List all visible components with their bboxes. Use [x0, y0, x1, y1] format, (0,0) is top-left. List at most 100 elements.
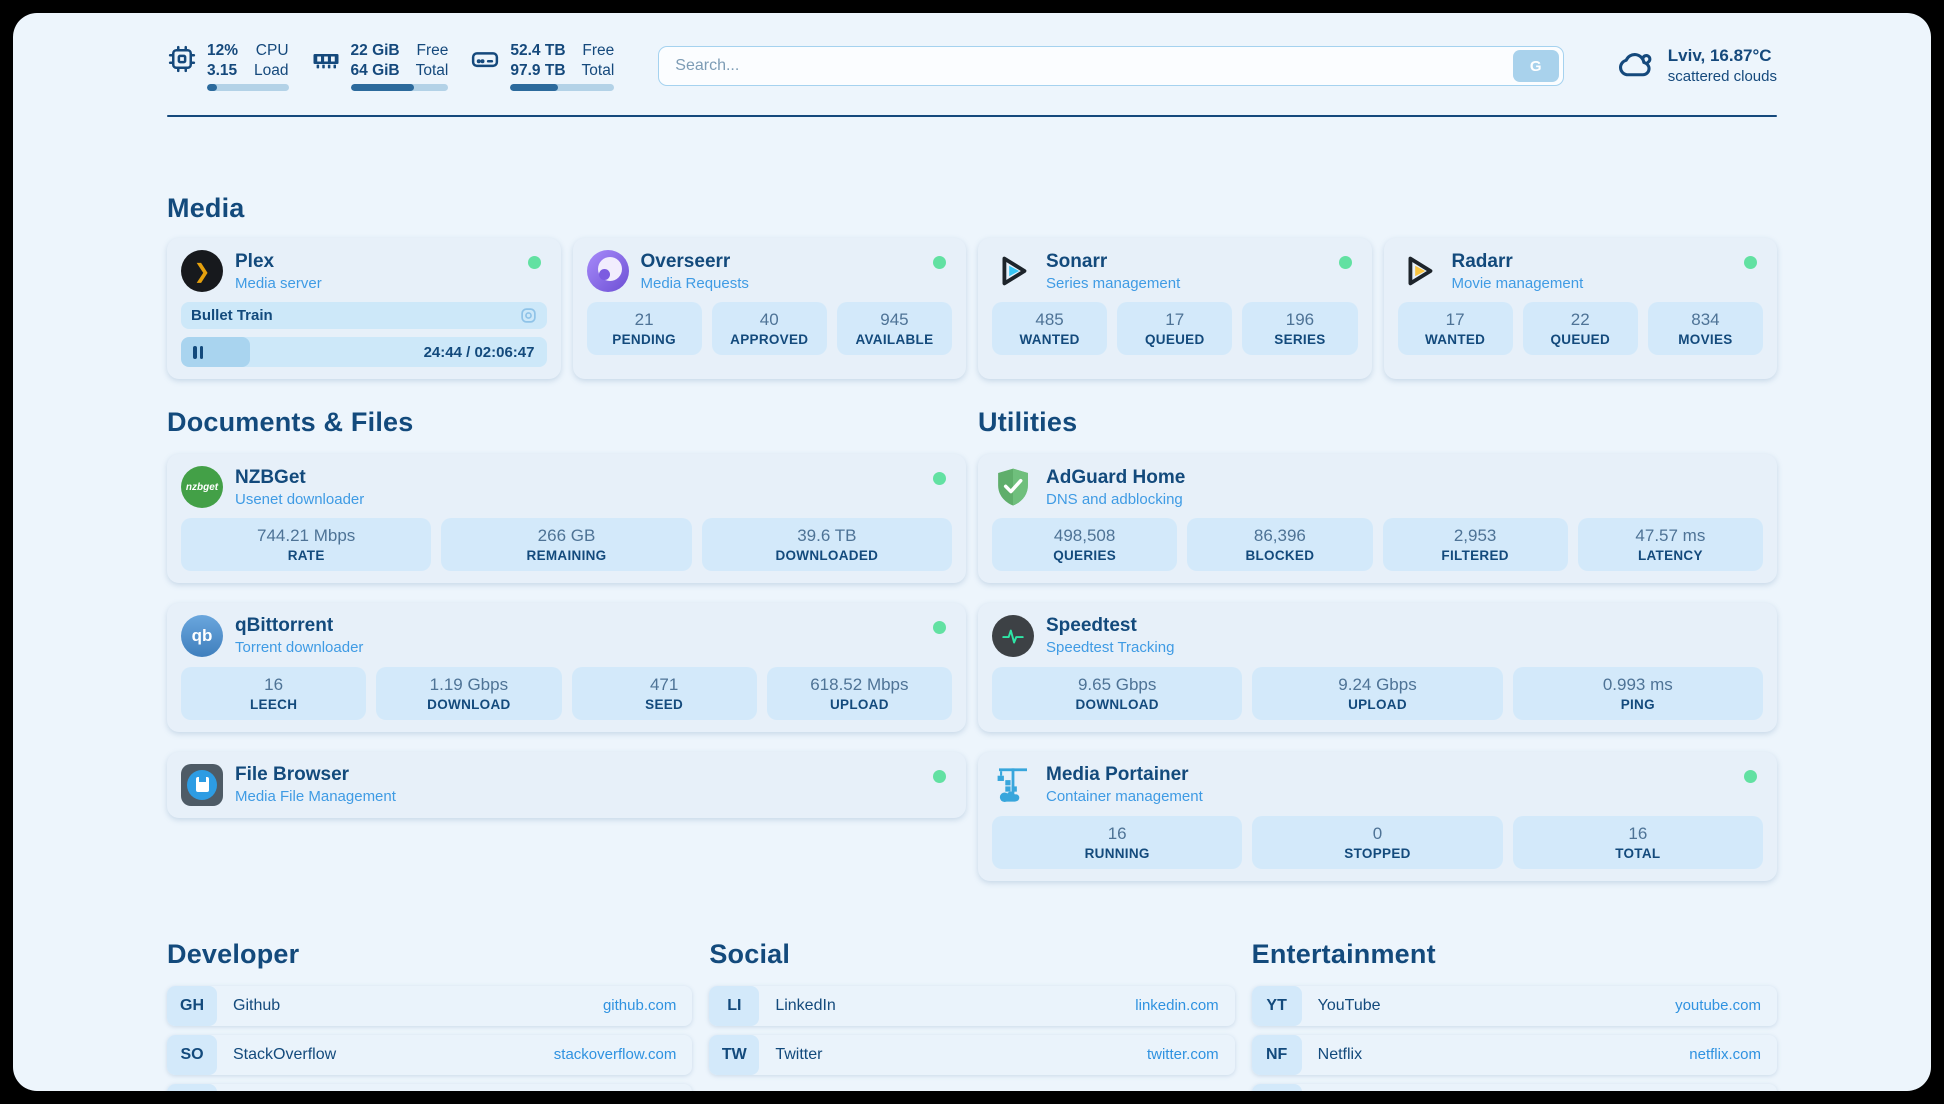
- weather-condition: scattered clouds: [1668, 67, 1777, 87]
- filebrowser-icon: [181, 764, 223, 806]
- bookmark-abbr: RE: [1252, 1084, 1302, 1091]
- stat-download: 1.19 GbpsDOWNLOAD: [376, 667, 561, 720]
- app-card-overseerr[interactable]: Overseerr Media Requests 21PENDING 40APP…: [573, 238, 967, 379]
- stat-download: 9.65 GbpsDOWNLOAD: [992, 667, 1242, 720]
- camera-icon: [520, 307, 537, 324]
- bookmark-url[interactable]: stackoverflow.com: [554, 1046, 677, 1063]
- section-entertainment: Entertainment YT YouTube youtube.com NF …: [1252, 939, 1777, 1091]
- disk-widget: 52.4 TB Free 97.9 TB Total: [470, 41, 614, 91]
- section-title-developer: Developer: [167, 939, 692, 970]
- bookmark-youtube[interactable]: YT YouTube youtube.com: [1252, 986, 1777, 1026]
- stat-wanted: 17WANTED: [1398, 302, 1513, 355]
- section-documents: Documents & Files nzbget NZBGet Usenet d…: [167, 407, 966, 881]
- app-subtitle: Movie management: [1452, 275, 1584, 292]
- app-title: Speedtest: [1046, 615, 1174, 637]
- weather-widget[interactable]: Lviv, 16.87°C scattered clouds: [1616, 45, 1777, 87]
- disk-total-value: 97.9 TB: [510, 61, 565, 80]
- memory-total-label: Total: [416, 61, 449, 80]
- search-input[interactable]: [675, 57, 1513, 75]
- app-card-filebrowser[interactable]: File Browser Media File Management: [167, 752, 966, 818]
- app-subtitle: Container management: [1046, 788, 1203, 805]
- disk-progress-bar: [510, 84, 614, 91]
- cpu-widget: 12% CPU 3.15 Load: [167, 41, 289, 91]
- playback-progress-bar[interactable]: 24:44 / 02:06:47: [181, 337, 547, 367]
- cloud-icon: [1616, 48, 1656, 85]
- dashboard-page: 12% CPU 3.15 Load: [13, 13, 1931, 1091]
- status-dot: [933, 621, 946, 634]
- app-title: NZBGet: [235, 467, 364, 489]
- stat-blocked: 86,396BLOCKED: [1187, 518, 1372, 571]
- app-card-portainer[interactable]: Media Portainer Container management 16R…: [978, 752, 1777, 881]
- bookmark-stackoverflow[interactable]: SO StackOverflow stackoverflow.com: [167, 1035, 692, 1075]
- bookmark-url[interactable]: netflix.com: [1689, 1046, 1761, 1063]
- app-title: File Browser: [235, 764, 396, 786]
- dashboard-window: 12% CPU 3.15 Load: [0, 0, 1944, 1104]
- stat-total: 16TOTAL: [1513, 816, 1763, 869]
- bookmark-netflix[interactable]: NF Netflix netflix.com: [1252, 1035, 1777, 1075]
- stat-running: 16RUNNING: [992, 816, 1242, 869]
- app-card-qbittorrent[interactable]: qb qBittorrent Torrent downloader 16LEEC…: [167, 603, 966, 732]
- stat-upload: 618.52 MbpsUPLOAD: [767, 667, 952, 720]
- stat-rate: 744.21 MbpsRATE: [181, 518, 431, 571]
- section-developer: Developer GH Github github.com SO StackO…: [167, 939, 692, 1091]
- resource-widgets: 12% CPU 3.15 Load: [167, 41, 614, 91]
- app-subtitle: Media File Management: [235, 788, 396, 805]
- status-dot: [933, 256, 946, 269]
- section-utilities: Utilities AdGuard Home: [978, 407, 1777, 881]
- pause-icon[interactable]: [193, 346, 203, 359]
- stat-queries: 498,508QUERIES: [992, 518, 1177, 571]
- bookmark-url[interactable]: linkedin.com: [1135, 997, 1218, 1014]
- app-card-sonarr[interactable]: Sonarr Series management 485WANTED 17QUE…: [978, 238, 1372, 379]
- bookmark-dev[interactable]: DT DEV dev.to: [167, 1084, 692, 1091]
- top-bar: 12% CPU 3.15 Load: [167, 37, 1777, 95]
- bookmark-reddit[interactable]: RE Reddit reddit.com: [1252, 1084, 1777, 1091]
- bookmark-url[interactable]: github.com: [603, 997, 676, 1014]
- app-title: Radarr: [1452, 251, 1584, 273]
- bookmark-github[interactable]: GH Github github.com: [167, 986, 692, 1026]
- app-subtitle: DNS and adblocking: [1046, 491, 1185, 508]
- stat-available: 945AVAILABLE: [837, 302, 952, 355]
- status-dot: [933, 770, 946, 783]
- cpu-usage-label: CPU: [254, 41, 288, 60]
- app-subtitle: Media server: [235, 275, 322, 292]
- bookmark-url[interactable]: twitter.com: [1147, 1046, 1219, 1063]
- bookmark-url[interactable]: youtube.com: [1675, 997, 1761, 1014]
- app-card-nzbget[interactable]: nzbget NZBGet Usenet downloader 744.21 M…: [167, 454, 966, 583]
- app-card-radarr[interactable]: Radarr Movie management 17WANTED 22QUEUE…: [1384, 238, 1778, 379]
- bookmark-abbr: LI: [709, 986, 759, 1026]
- app-subtitle: Series management: [1046, 275, 1180, 292]
- app-card-speedtest[interactable]: Speedtest Speedtest Tracking 9.65 GbpsDO…: [978, 603, 1777, 732]
- sonarr-icon: [992, 250, 1034, 292]
- bookmark-abbr: TW: [709, 1035, 759, 1075]
- bookmark-name: Twitter: [775, 1046, 822, 1064]
- portainer-icon: [992, 764, 1034, 806]
- playback-time: 24:44 / 02:06:47: [424, 344, 535, 361]
- status-dot: [933, 472, 946, 485]
- stat-downloaded: 39.6 TBDOWNLOADED: [702, 518, 952, 571]
- stat-series: 196SERIES: [1242, 302, 1357, 355]
- app-title: qBittorrent: [235, 615, 363, 637]
- app-card-adguard[interactable]: AdGuard Home DNS and adblocking 498,508Q…: [978, 454, 1777, 583]
- section-title-documents: Documents & Files: [167, 407, 966, 438]
- bookmark-linkedin[interactable]: LI LinkedIn linkedin.com: [709, 986, 1234, 1026]
- search-provider-button[interactable]: G: [1513, 50, 1559, 82]
- bookmark-abbr: SO: [167, 1035, 217, 1075]
- search-bar[interactable]: G: [658, 46, 1564, 86]
- section-title-social: Social: [709, 939, 1234, 970]
- app-card-plex[interactable]: ❯ Plex Media server Bullet Train: [167, 238, 561, 379]
- stat-movies: 834MOVIES: [1648, 302, 1763, 355]
- cpu-usage-value: 12%: [207, 41, 238, 60]
- bookmark-abbr: NF: [1252, 1035, 1302, 1075]
- weather-location: Lviv, 16.87°C: [1668, 45, 1777, 67]
- memory-free-label: Free: [416, 41, 449, 60]
- memory-free-value: 22 GiB: [351, 41, 400, 60]
- section-media: Media ❯ Plex Media server Bullet Train: [167, 193, 1777, 379]
- app-title: Plex: [235, 251, 322, 273]
- memory-total-value: 64 GiB: [351, 61, 400, 80]
- stat-wanted: 485WANTED: [992, 302, 1107, 355]
- disk-icon: [470, 41, 500, 79]
- bookmark-name: Netflix: [1318, 1046, 1362, 1064]
- bookmark-twitter[interactable]: TW Twitter twitter.com: [709, 1035, 1234, 1075]
- nzbget-icon: nzbget: [181, 466, 223, 508]
- app-subtitle: Speedtest Tracking: [1046, 639, 1174, 656]
